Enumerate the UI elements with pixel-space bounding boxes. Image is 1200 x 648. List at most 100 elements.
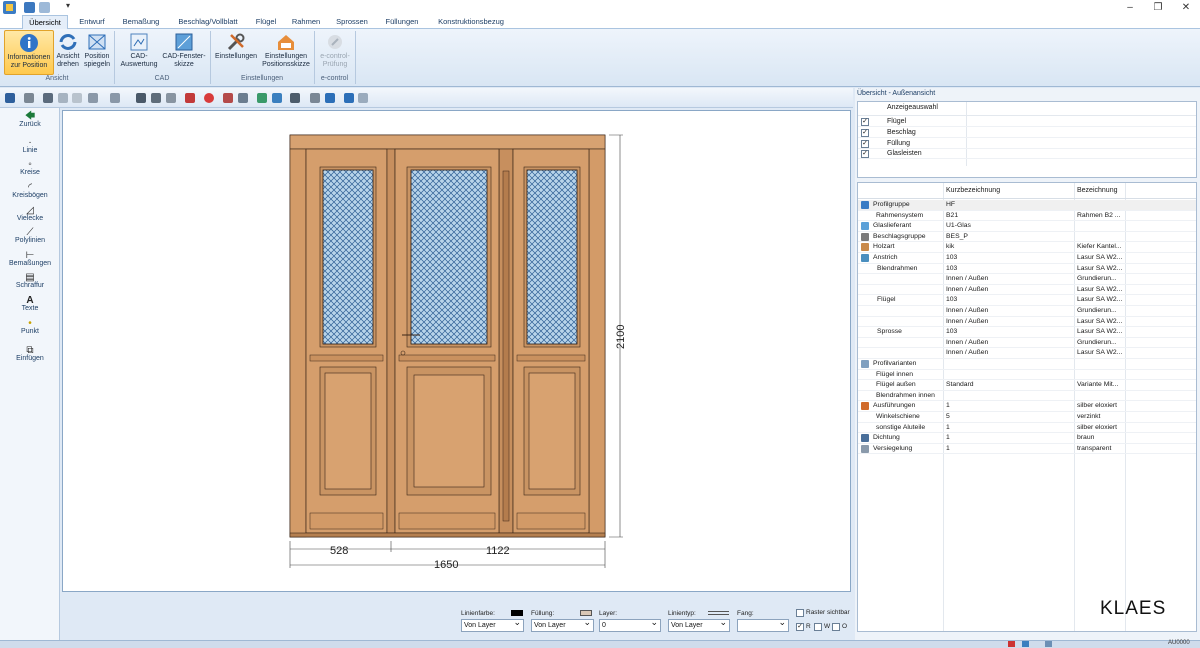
cad-sketch-button[interactable]: CAD-Fenster­skizze xyxy=(161,30,207,75)
property-row[interactable]: Flügel 103 Lasur SA W2... xyxy=(858,295,1196,306)
anzeige-checkbox[interactable]: ✓ xyxy=(861,139,869,148)
measure-icon[interactable] xyxy=(310,93,320,103)
property-row[interactable]: Beschlagsgruppe BES_P xyxy=(858,232,1196,243)
distribute-icon[interactable] xyxy=(272,93,282,103)
tool-kreise[interactable]: ◦ Kreise xyxy=(0,160,60,177)
anzeige-item[interactable]: ✓ Glasleisten xyxy=(858,149,1196,160)
property-row[interactable]: Innen / Außen Lasur SA W2... xyxy=(858,348,1196,359)
anzeige-checkbox[interactable]: ✓ xyxy=(861,118,869,126)
tab-uebersicht[interactable]: Übersicht xyxy=(22,15,68,30)
redo-icon[interactable] xyxy=(110,93,120,103)
copy-icon[interactable] xyxy=(58,93,68,103)
drawing-canvas[interactable]: 528 1122 1650 2100 xyxy=(62,110,851,592)
save-icon[interactable] xyxy=(5,93,15,103)
property-row[interactable]: Dichtung 1 braun xyxy=(858,433,1196,444)
page-icon[interactable] xyxy=(166,93,176,103)
maximize-icon[interactable]: ❐ xyxy=(1144,0,1172,15)
tool-schraffur[interactable]: ▤ Schraffur xyxy=(0,273,60,290)
fang-select[interactable] xyxy=(737,617,789,632)
mirror-position-button[interactable]: Position spiegeln xyxy=(82,30,112,75)
fuellung-select[interactable]: Von Layer xyxy=(531,617,594,632)
fill-color-swatch[interactable] xyxy=(580,610,592,616)
anzeige-checkbox[interactable]: ✓ xyxy=(861,150,869,159)
tool-punkt[interactable]: • Punkt xyxy=(0,319,60,336)
cad-evaluation-button[interactable]: CAD-Auswertung xyxy=(118,30,160,75)
property-row[interactable]: Innen / Außen Lasur SA W2... xyxy=(858,317,1196,328)
anzeige-item[interactable]: ✓ Flügel xyxy=(858,117,1196,127)
tool-zurueck[interactable]: 🡄 Zurück xyxy=(0,112,60,129)
property-row[interactable]: Flügel innen xyxy=(858,370,1196,381)
rotate-view-button[interactable]: Ansicht drehen xyxy=(55,30,81,75)
cut-icon[interactable] xyxy=(43,93,53,103)
property-row[interactable]: Anstrich 103 Lasur SA W2... xyxy=(858,253,1196,264)
option-w-checkbox[interactable] xyxy=(814,623,822,631)
align-icon[interactable] xyxy=(257,93,267,103)
tab-konstruktionsbezug[interactable]: Konstruktionsbezug xyxy=(432,15,510,29)
property-row[interactable]: Rahmensystem B21 Rahmen B2 ... xyxy=(858,211,1196,222)
tab-entwurf[interactable]: Entwurf xyxy=(72,15,112,29)
quick-access-dropdown-icon[interactable]: ▾ xyxy=(66,1,70,10)
property-row[interactable]: Glaslieferant U1-Glas xyxy=(858,221,1196,232)
layers-icon[interactable] xyxy=(151,93,161,103)
app-logo-icon[interactable] xyxy=(1,0,19,15)
anzeige-item[interactable]: ✓ Beschlag xyxy=(858,128,1196,138)
tab-beschlag[interactable]: Beschlag/Vollblatt xyxy=(170,15,246,29)
zoom-fit-icon[interactable] xyxy=(290,93,300,103)
tab-fuellungen[interactable]: Füllungen xyxy=(378,15,426,29)
minimize-icon[interactable]: – xyxy=(1116,0,1144,15)
tool-kreisboegen[interactable]: ◜ Kreisbögen xyxy=(0,183,60,200)
anzeige-item[interactable]: ✓ Füllung xyxy=(858,139,1196,149)
line-color-swatch[interactable] xyxy=(511,610,523,616)
tool-vielecke[interactable]: ◿ Vielecke xyxy=(0,206,60,223)
undo-icon[interactable] xyxy=(88,93,98,103)
arrow-left-icon[interactable] xyxy=(344,93,354,103)
linienfarbe-select[interactable]: Von Layer xyxy=(461,617,524,632)
tab-bemassung[interactable]: Bemaßung xyxy=(116,15,166,29)
econtrol-check-button[interactable]: e-control-Prüfung xyxy=(317,30,353,75)
refresh-icon[interactable] xyxy=(185,93,195,103)
edit-icon[interactable] xyxy=(238,93,248,103)
property-row[interactable]: Sprosse 103 Lasur SA W2... xyxy=(858,327,1196,338)
property-row[interactable]: Profilgruppe HF xyxy=(858,200,1196,211)
marker-icon[interactable] xyxy=(223,93,233,103)
settings-button[interactable]: Einstellungen xyxy=(213,30,259,75)
tool-texte[interactable]: A Texte xyxy=(0,296,60,313)
tool-bemassungen[interactable]: ⊢ Bemaßungen xyxy=(0,251,60,268)
raster-checkbox[interactable] xyxy=(796,609,804,617)
property-row[interactable]: Profilvarianten xyxy=(858,359,1196,370)
layer-select[interactable]: 0 xyxy=(599,617,661,632)
property-row[interactable]: Innen / Außen Grundierun... xyxy=(858,306,1196,317)
anzeige-checkbox[interactable]: ✓ xyxy=(861,128,869,137)
tab-rahmen[interactable]: Rahmen xyxy=(286,15,326,29)
quick-access-icon[interactable] xyxy=(39,2,50,13)
info-position-button[interactable]: Informationen zur Position xyxy=(4,30,54,75)
property-row[interactable]: Innen / Außen Grundierun... xyxy=(858,274,1196,285)
property-row[interactable]: Innen / Außen Lasur SA W2... xyxy=(858,285,1196,296)
stop-icon[interactable] xyxy=(204,93,214,103)
property-row[interactable]: Blendrahmen 103 Lasur SA W2... xyxy=(858,264,1196,275)
option-r-checkbox[interactable]: ✓ xyxy=(796,623,804,631)
linientyp-select[interactable]: Von Layer xyxy=(668,617,730,632)
tab-fluegel[interactable]: Flügel xyxy=(250,15,282,29)
property-row[interactable]: Versiegelung 1 transparent xyxy=(858,444,1196,455)
arrow-right-icon[interactable] xyxy=(358,93,368,103)
property-row[interactable]: Ausführungen 1 silber eloxiert xyxy=(858,401,1196,412)
property-row[interactable]: Flügel außen Standard Variante Mit... xyxy=(858,380,1196,391)
property-row[interactable]: Winkelschiene 5 verzinkt xyxy=(858,412,1196,423)
move-icon[interactable] xyxy=(325,93,335,103)
property-row[interactable]: Innen / Außen Grundierun... xyxy=(858,338,1196,349)
position-sketch-settings-button[interactable]: Einstellungen Positionsskizze xyxy=(260,30,312,75)
tool-polylinien[interactable]: ⟋ Polylinien xyxy=(0,228,60,245)
paste-icon[interactable] xyxy=(72,93,82,103)
property-row[interactable]: Holzart kik Kiefer Kantel... xyxy=(858,242,1196,253)
property-row[interactable]: sonstige Aluteile 1 silber eloxiert xyxy=(858,423,1196,434)
print-icon[interactable] xyxy=(24,93,34,103)
save-quick-icon[interactable] xyxy=(24,2,35,13)
tool-linie[interactable]: · Linie xyxy=(0,138,60,155)
tab-sprossen[interactable]: Sprossen xyxy=(330,15,374,29)
tool-einfuegen[interactable]: ⧉ Einfügen xyxy=(0,346,60,363)
view-icon[interactable] xyxy=(136,93,146,103)
option-o-checkbox[interactable] xyxy=(832,623,840,631)
property-row[interactable]: Blendrahmen innen xyxy=(858,391,1196,402)
close-icon[interactable]: ✕ xyxy=(1172,0,1200,15)
